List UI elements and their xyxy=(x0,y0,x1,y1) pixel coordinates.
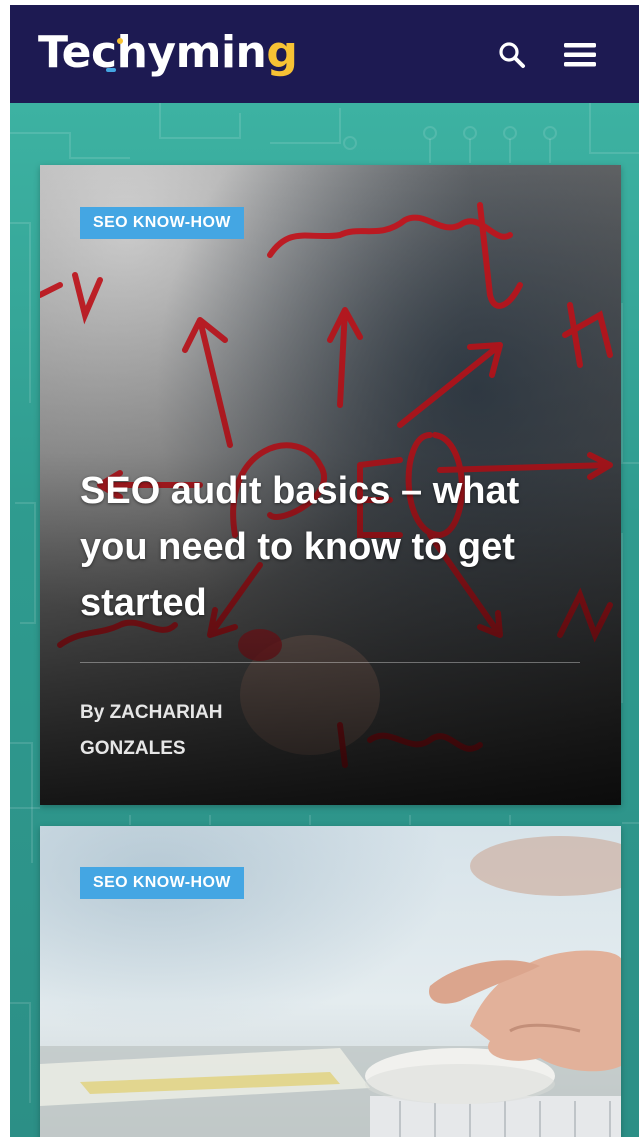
page-viewport: Techyming SEO KNOW-HOW SEO audit basics … xyxy=(10,5,639,1137)
logo-accent-dot xyxy=(117,38,123,44)
site-header: Techyming xyxy=(10,5,639,103)
category-badge[interactable]: SEO KNOW-HOW xyxy=(80,867,244,899)
byline-prefix: By xyxy=(80,702,105,723)
post-title[interactable]: SEO audit basics – what you need to know… xyxy=(80,463,590,631)
post-card[interactable]: SEO KNOW-HOW SEO audit basics – what you… xyxy=(40,165,621,805)
category-badge[interactable]: SEO KNOW-HOW xyxy=(80,207,244,239)
search-button[interactable] xyxy=(490,33,534,77)
site-logo[interactable]: Techyming xyxy=(38,19,298,79)
logo-text: Techyming xyxy=(38,27,298,78)
search-icon xyxy=(499,42,525,68)
post-byline: By ZACHARIAH GONZALES xyxy=(80,695,300,767)
post-card[interactable]: SEO KNOW-HOW xyxy=(40,826,621,1137)
logo-accent-dash xyxy=(106,68,116,72)
card-divider xyxy=(80,662,580,663)
menu-button[interactable] xyxy=(558,33,602,77)
hamburger-menu-icon xyxy=(564,43,596,67)
